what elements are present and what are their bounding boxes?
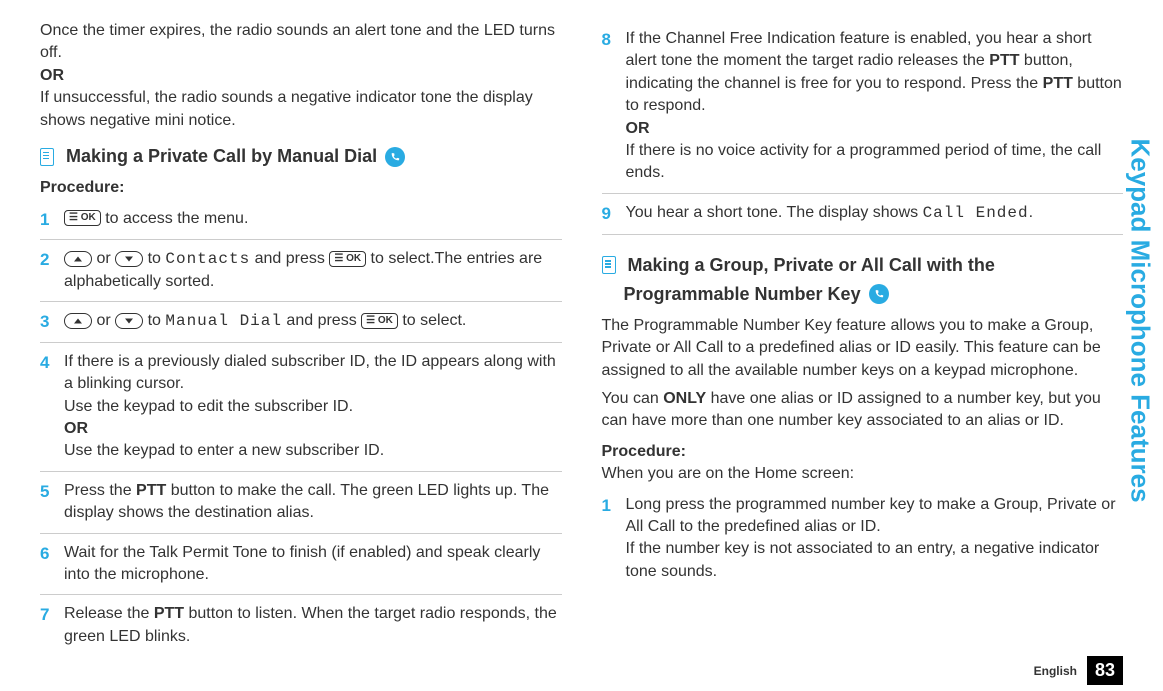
ok-button-icon: ☰ OK (329, 251, 366, 267)
procedure-label: Procedure: (602, 441, 1124, 463)
step-number: 1 (40, 208, 56, 232)
step-number: 5 (40, 480, 56, 525)
procedure-label: Procedure: (40, 177, 562, 199)
step-2: 2 or to Contacts and press ☰ OK to selec… (40, 248, 562, 302)
step-number: 8 (602, 28, 618, 185)
heading-text-line1: Making a Group, Private or All Call with… (628, 253, 995, 278)
down-arrow-icon (115, 313, 143, 329)
up-arrow-icon (64, 251, 92, 267)
ok-button-icon: ☰ OK (361, 313, 398, 329)
step-3: 3 or to Manual Dial and press ☰ OK to se… (40, 310, 562, 343)
step-number: 9 (602, 202, 618, 226)
page-footer: English 83 (1034, 656, 1123, 685)
manual-dial-label: Manual Dial (165, 312, 282, 330)
phone-icon (385, 147, 405, 167)
page-icon (602, 256, 616, 274)
intro-line1: Once the timer expires, the radio sounds… (40, 22, 555, 61)
left-column: Once the timer expires, the radio sounds… (40, 20, 562, 640)
down-arrow-icon (115, 251, 143, 267)
paragraph-2: You can ONLY have one alias or ID assign… (602, 388, 1124, 433)
right-column: 8 If the Channel Free Indication feature… (602, 20, 1124, 640)
section-heading-number-key: Making a Group, Private or All Call with… (602, 253, 1124, 278)
step-number: 7 (40, 603, 56, 648)
step-number: 3 (40, 310, 56, 334)
paragraph-1: The Programmable Number Key feature allo… (602, 315, 1124, 382)
step-4: 4 If there is a previously dialed subscr… (40, 351, 562, 472)
footer-page-number: 83 (1087, 656, 1123, 685)
step-number: 1 (602, 494, 618, 584)
step-8: 8 If the Channel Free Indication feature… (602, 28, 1124, 194)
step1-text: to access the menu. (101, 210, 249, 227)
step-7: 7 Release the PTT button to listen. When… (40, 603, 562, 656)
contacts-label: Contacts (165, 250, 250, 268)
intro-or: OR (40, 67, 64, 84)
step-number: 2 (40, 248, 56, 293)
up-arrow-icon (64, 313, 92, 329)
page-icon (40, 148, 54, 166)
step-number: 6 (40, 542, 56, 587)
heading-text: Making a Private Call by Manual Dial (66, 144, 377, 169)
side-tab-text: Keypad Microphone Features (1125, 138, 1156, 502)
call-ended-label: Call Ended (923, 204, 1029, 222)
section-heading-private-call: Making a Private Call by Manual Dial (40, 144, 562, 169)
side-tab: Keypad Microphone Features (1125, 20, 1155, 620)
phone-icon (869, 284, 889, 304)
heading-text-line2: Programmable Number Key (624, 282, 861, 307)
step-number: 4 (40, 351, 56, 463)
footer-language: English (1034, 664, 1077, 678)
procedure-note: When you are on the Home screen: (602, 463, 1124, 485)
intro-line2: If unsuccessful, the radio sounds a nega… (40, 89, 533, 128)
step-5: 5 Press the PTT button to make the call.… (40, 480, 562, 534)
step-9: 9 You hear a short tone. The display sho… (602, 202, 1124, 235)
intro-text: Once the timer expires, the radio sounds… (40, 20, 562, 132)
ok-button-icon: ☰ OK (64, 210, 101, 226)
section-heading-number-key-line2: Programmable Number Key (624, 282, 1124, 307)
step-6: 6 Wait for the Talk Permit Tone to finis… (40, 542, 562, 596)
step-b1: 1 Long press the programmed number key t… (602, 494, 1124, 592)
step-1: 1 ☰ OK to access the menu. (40, 208, 562, 241)
